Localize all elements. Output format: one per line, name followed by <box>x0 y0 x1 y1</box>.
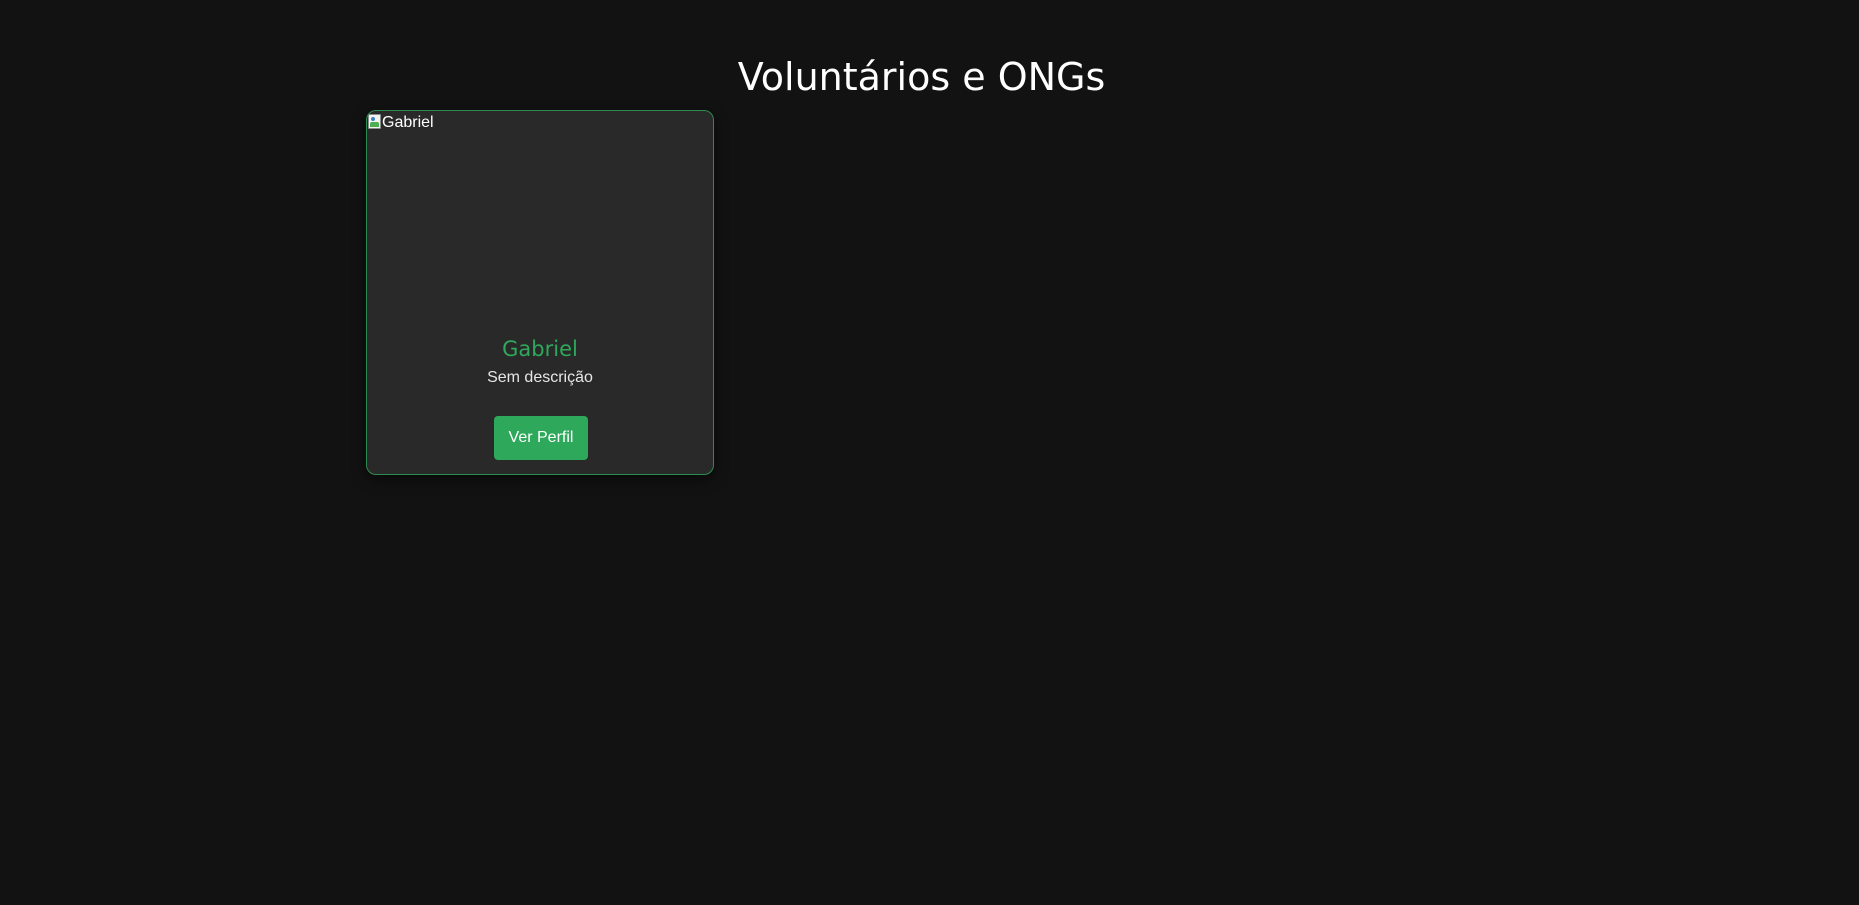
card-description: Sem descrição <box>487 369 593 386</box>
avatar-alt-text: Gabriel <box>382 114 434 131</box>
view-profile-button[interactable]: Ver Perfil <box>494 416 588 460</box>
page: Voluntários e ONGs Gabriel Gabriel Sem d… <box>0 0 1859 905</box>
avatar: Gabriel <box>367 111 713 326</box>
page-title: Voluntários e ONGs <box>737 55 1106 99</box>
profile-card: Gabriel Gabriel Sem descrição Ver Perfil <box>366 110 714 475</box>
broken-image-icon <box>368 114 381 129</box>
card-name: Gabriel <box>502 337 578 361</box>
